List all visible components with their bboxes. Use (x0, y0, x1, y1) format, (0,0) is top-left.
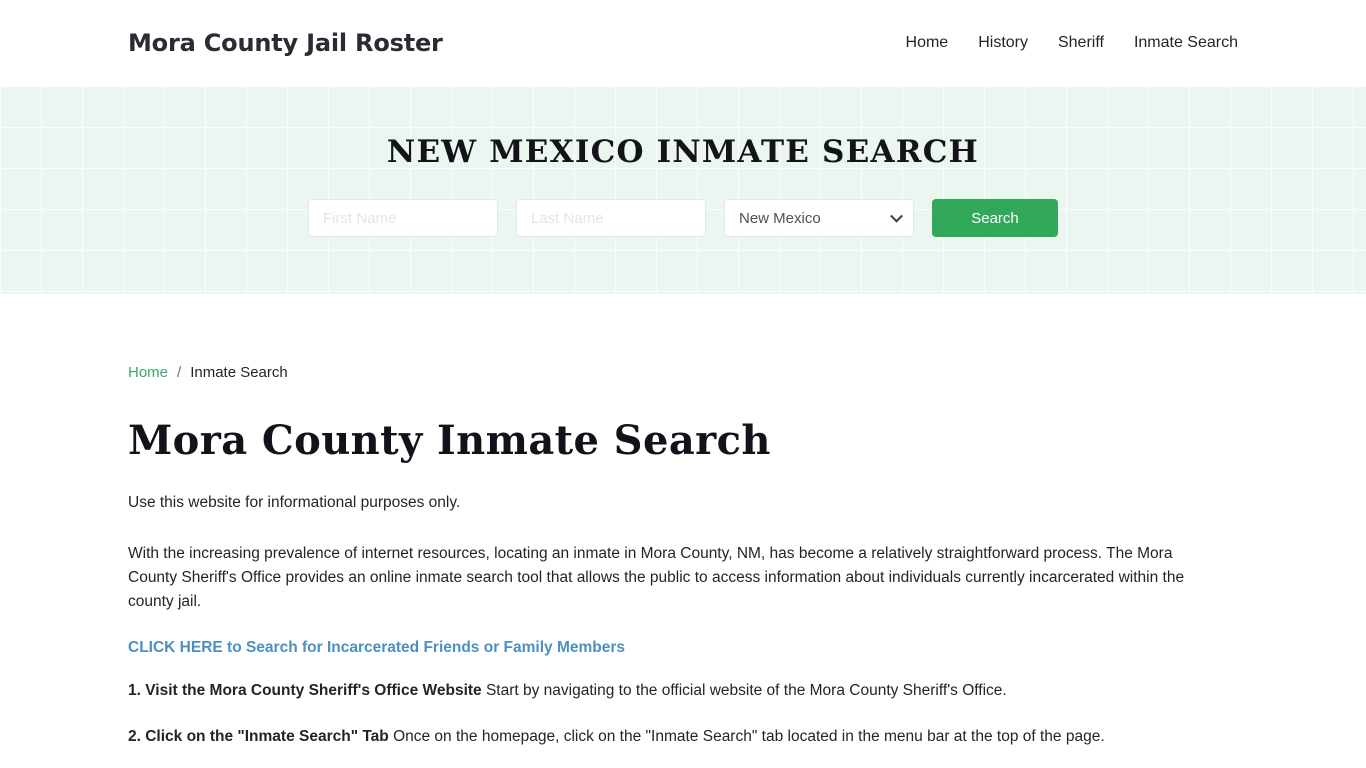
site-brand-logo[interactable]: Mora County Jail Roster (128, 29, 443, 57)
step-item-1: 1. Visit the Mora County Sheriff's Offic… (128, 679, 1238, 703)
description-paragraph: With the increasing prevalence of intern… (128, 545, 1185, 610)
nav-item-home[interactable]: Home (906, 34, 949, 52)
main-navigation: Home History Sheriff Inmate Search (906, 34, 1238, 52)
step-text-2: Once on the homepage, click on the "Inma… (388, 728, 1105, 745)
site-header: Mora County Jail Roster Home History She… (0, 0, 1366, 86)
state-select[interactable]: New Mexico (724, 199, 914, 237)
hero-title: NEW MEXICO INMATE SEARCH (386, 134, 980, 170)
nav-item-sheriff[interactable]: Sheriff (1058, 34, 1104, 52)
inmate-search-form: New Mexico Search (308, 199, 1058, 237)
main-content: Home / Inmate Search Mora County Inmate … (0, 364, 1366, 768)
hero-section: NEW MEXICO INMATE SEARCH New Mexico Sear… (0, 86, 1366, 294)
page-title: Mora County Inmate Search (128, 417, 771, 464)
step-heading-2: 2. Click on the "Inmate Search" Tab (128, 728, 389, 745)
state-select-wrapper: New Mexico (724, 199, 914, 237)
breadcrumb: Home / Inmate Search (128, 364, 1238, 381)
step-item-2: 2. Click on the "Inmate Search" Tab Once… (128, 725, 1238, 749)
cta-search-link[interactable]: CLICK HERE to Search for Incarcerated Fr… (128, 639, 625, 657)
breadcrumb-item-current: Inmate Search (190, 364, 288, 381)
nav-item-history[interactable]: History (978, 34, 1028, 52)
nav-item-inmate-search[interactable]: Inmate Search (1134, 34, 1238, 52)
breadcrumb-item-home[interactable]: Home (128, 364, 168, 381)
first-name-input[interactable] (308, 199, 498, 237)
step-heading-1: 1. Visit the Mora County Sheriff's Offic… (128, 682, 482, 699)
step-text-1: Start by navigating to the official webs… (481, 682, 1007, 699)
search-button[interactable]: Search (932, 199, 1058, 237)
last-name-input[interactable] (516, 199, 706, 237)
breadcrumb-separator: / (177, 364, 182, 381)
intro-text: Use this website for informational purpo… (128, 494, 461, 511)
